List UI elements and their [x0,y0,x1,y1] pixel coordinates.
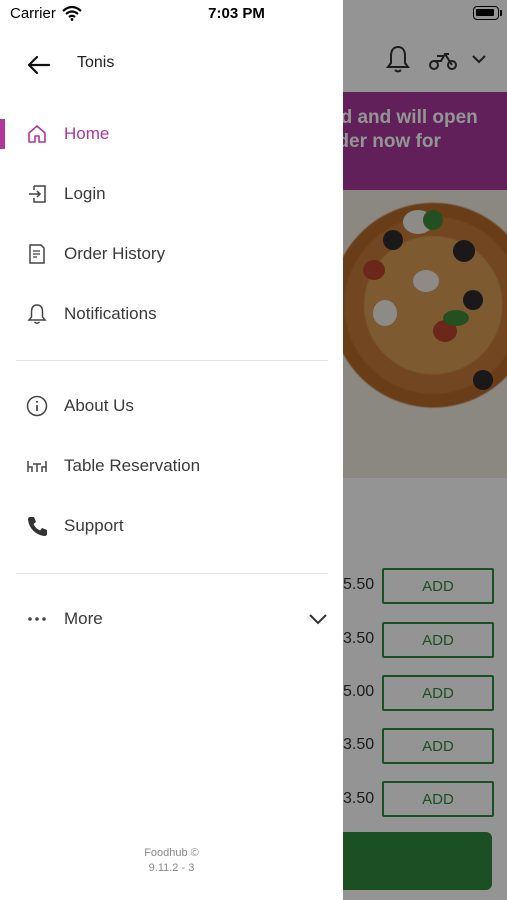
arrow-left-icon [27,55,51,75]
menu-item-order-history[interactable]: Order History [0,228,343,280]
chevron-down-icon[interactable] [306,607,330,631]
status-bar: Carrier 7:03 PM [0,0,507,30]
menu-label: Support [64,516,124,535]
phone-icon [26,515,48,537]
receipt-icon [26,243,48,265]
navigation-drawer: Tonis Home Login Order History Notificat… [0,0,343,900]
user-name: Tonis [77,54,115,71]
app-footer: Foodhub © 9.11.2 - 3 [0,846,343,876]
home-icon [26,123,48,145]
more-dots-icon [26,608,48,630]
menu-item-notifications[interactable]: Notifications [0,288,343,340]
menu-item-login[interactable]: Login [0,168,343,220]
version-label: 9.11.2 - 3 [148,862,195,874]
login-icon [26,183,48,205]
brand-label: Foodhub © [144,847,199,859]
menu-item-about-us[interactable]: About Us [0,380,343,432]
divider [16,360,328,361]
back-button[interactable] [26,52,52,78]
menu-label: Home [64,124,110,143]
menu-label: More [64,609,103,628]
menu-label: About Us [64,396,134,415]
menu-item-table-reservation[interactable]: Table Reservation [0,440,343,492]
menu-label: Notifications [64,304,157,323]
info-icon [26,395,48,417]
battery-icon [473,6,499,20]
menu-item-home[interactable]: Home [0,108,343,160]
menu-label: Table Reservation [64,456,201,475]
battery-tip [500,10,502,16]
clock: 7:03 PM [208,5,265,22]
drawer-header: Tonis [0,44,343,84]
divider [16,573,328,574]
menu-item-more[interactable]: More [0,593,343,645]
menu-item-support[interactable]: Support [0,500,343,552]
bell-icon [26,303,48,325]
menu-label: Order History [64,244,166,263]
table-icon [26,455,48,477]
menu-label: Login [64,184,106,203]
